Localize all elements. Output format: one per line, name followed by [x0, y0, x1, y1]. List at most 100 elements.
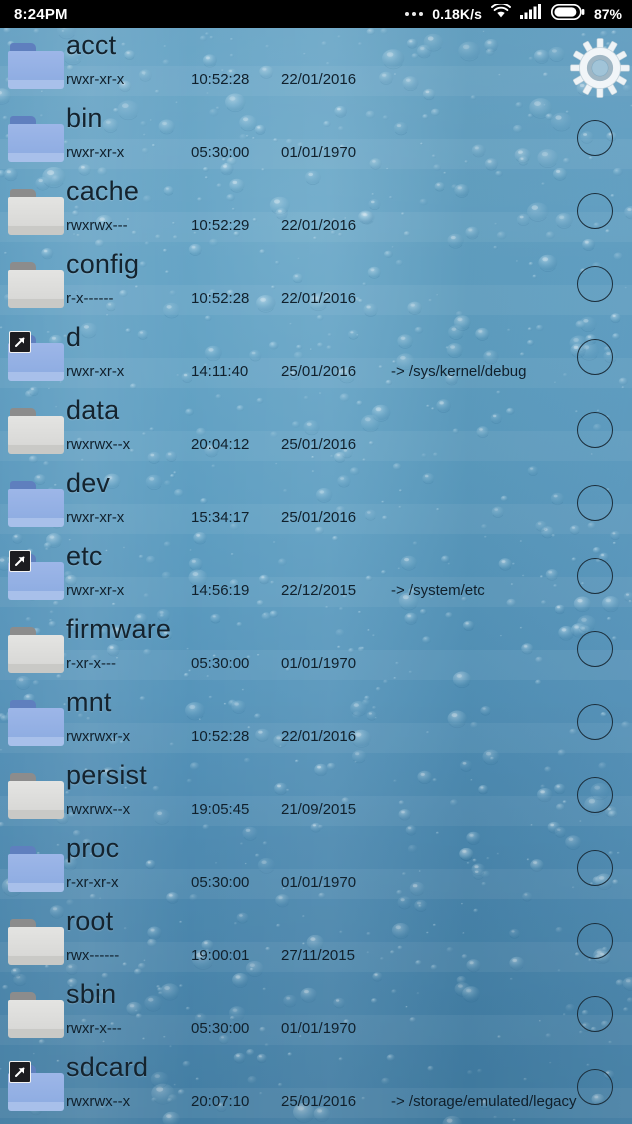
row-select-circle[interactable]	[572, 772, 618, 818]
file-row[interactable]: proc r-xr-xr-x 05:30:00 01/01/1970	[0, 831, 632, 904]
circle-outline-icon[interactable]	[577, 704, 613, 740]
row-select-circle[interactable]	[572, 188, 618, 234]
file-row[interactable]: d rwxr-xr-x 14:11:40 25/01/2016 -> /sys/kern…	[0, 320, 632, 393]
row-select-circle[interactable]	[572, 991, 618, 1037]
row-select-circle[interactable]	[572, 1064, 618, 1110]
file-meta-row: rwxr-x--- 05:30:00 01/01/1970	[66, 1020, 626, 1044]
folder-grey-icon[interactable]	[8, 621, 64, 675]
folder-glyph	[8, 481, 64, 527]
circle-outline-icon[interactable]	[577, 266, 613, 302]
circle-outline-icon[interactable]	[577, 120, 613, 156]
file-permissions-label: rwxrwx---	[66, 217, 128, 234]
row-select-circle[interactable]	[572, 845, 618, 891]
circle-outline-icon[interactable]	[577, 558, 613, 594]
file-row[interactable]: sdcard rwxrwx--x 20:07:10 25/01/2016 -> /sto…	[0, 1050, 632, 1119]
file-name-label: dev	[66, 468, 111, 498]
folder-blue-icon[interactable]	[8, 37, 64, 91]
battery-icon	[550, 3, 585, 25]
folder-blue-icon[interactable]	[8, 840, 64, 894]
file-name-label: etc	[66, 541, 103, 571]
row-select-circle[interactable]	[572, 334, 618, 380]
file-link-target-label: -> /system/etc	[391, 582, 485, 599]
circle-outline-icon[interactable]	[577, 339, 613, 375]
file-row[interactable]: etc rwxr-xr-x 14:56:19 22/12/2015 -> /system…	[0, 539, 632, 612]
file-meta-row: rwxr-xr-x 14:56:19 22/12/2015 -> /system/et…	[66, 582, 626, 606]
file-date-label: 22/12/2015	[281, 582, 357, 599]
folder-symlink-icon[interactable]	[8, 1059, 64, 1113]
file-time-label: 20:07:10	[191, 1093, 250, 1110]
row-select-circle[interactable]	[572, 115, 618, 161]
circle-outline-icon[interactable]	[577, 850, 613, 886]
row-select-circle[interactable]	[572, 699, 618, 745]
circle-outline-icon[interactable]	[577, 1069, 613, 1105]
folder-symlink-icon[interactable]	[8, 329, 64, 383]
row-select-circle[interactable]	[572, 480, 618, 526]
row-select-circle[interactable]	[572, 261, 618, 307]
file-date-label: 27/11/2015	[281, 947, 355, 964]
file-meta-row: r-x------ 10:52:28 22/01/2016	[66, 290, 626, 314]
file-row[interactable]: cache rwxrwx--- 10:52:29 22/01/2016	[0, 174, 632, 247]
file-row[interactable]: firmware r-xr-x--- 05:30:00 01/01/1970	[0, 612, 632, 685]
file-meta-row: rwxr-xr-x 14:11:40 25/01/2016 -> /sys/kerne…	[66, 363, 626, 387]
file-time-label: 05:30:00	[191, 144, 250, 161]
file-row[interactable]: bin rwxr-xr-x 05:30:00 01/01/1970	[0, 101, 632, 174]
symlink-arrow-icon	[9, 331, 31, 353]
folder-grey-icon[interactable]	[8, 913, 64, 967]
circle-outline-icon[interactable]	[577, 996, 613, 1032]
file-row[interactable]: mnt rwxrwxr-x 10:52:28 22/01/2016	[0, 685, 632, 758]
file-row[interactable]: config r-x------ 10:52:28 22/01/2016	[0, 247, 632, 320]
file-row[interactable]: root rwx------ 19:00:01 27/11/2015	[0, 904, 632, 977]
status-bar-indicators: 0.18K/s 87%	[405, 2, 622, 25]
file-meta-row: rwxrwxr-x 10:52:28 22/01/2016	[66, 728, 626, 752]
file-name-label: persist	[66, 760, 147, 790]
file-permissions-label: r-xr-xr-x	[66, 874, 119, 891]
folder-grey-icon[interactable]	[8, 183, 64, 237]
file-meta-row: rwxr-xr-x 15:34:17 25/01/2016	[66, 509, 626, 533]
file-name-label: sdcard	[66, 1052, 149, 1082]
circle-outline-icon[interactable]	[577, 631, 613, 667]
file-row[interactable]: data rwxrwx--x 20:04:12 25/01/2016	[0, 393, 632, 466]
circle-outline-icon[interactable]	[577, 777, 613, 813]
file-permissions-label: rwxrwx--x	[66, 436, 131, 453]
circle-outline-icon[interactable]	[577, 923, 613, 959]
file-row[interactable]: sbin rwxr-x--- 05:30:00 01/01/1970	[0, 977, 632, 1050]
overflow-dots-icon	[405, 12, 424, 16]
folder-blue-icon[interactable]	[8, 694, 64, 748]
file-time-label: 10:52:28	[191, 728, 250, 745]
folder-blue-icon[interactable]	[8, 110, 64, 164]
row-select-circle[interactable]	[572, 918, 618, 964]
file-permissions-label: r-x------	[66, 290, 114, 307]
row-select-circle[interactable]	[572, 553, 618, 599]
folder-grey-icon[interactable]	[8, 256, 64, 310]
file-list[interactable]: acct rwxr-xr-x 10:52:28 22/01/2016 bin rwxr-x…	[0, 28, 632, 1124]
file-row[interactable]: dev rwxr-xr-x 15:34:17 25/01/2016	[0, 466, 632, 539]
gear-icon[interactable]	[570, 38, 630, 103]
file-permissions-label: r-xr-x---	[66, 655, 116, 672]
folder-grey-icon[interactable]	[8, 402, 64, 456]
file-meta-row: rwxr-xr-x 10:52:28 22/01/2016	[66, 71, 626, 95]
file-row[interactable]: persist rwxrwx--x 19:05:45 21/09/2015	[0, 758, 632, 831]
file-row[interactable]: acct rwxr-xr-x 10:52:28 22/01/2016	[0, 28, 632, 101]
settings-gear-button[interactable]	[570, 38, 630, 98]
folder-glyph	[8, 189, 64, 235]
row-select-circle[interactable]	[572, 407, 618, 453]
folder-blue-icon[interactable]	[8, 475, 64, 529]
file-name-label: sbin	[66, 979, 117, 1009]
folder-grey-icon[interactable]	[8, 986, 64, 1040]
folder-glyph	[8, 700, 64, 746]
file-time-label: 10:52:28	[191, 71, 250, 88]
file-meta-row: r-xr-xr-x 05:30:00 01/01/1970	[66, 874, 626, 898]
folder-glyph	[8, 43, 64, 89]
folder-symlink-icon[interactable]	[8, 548, 64, 602]
file-permissions-label: rwxr-xr-x	[66, 582, 125, 599]
symlink-arrow-icon	[9, 550, 31, 572]
folder-grey-icon[interactable]	[8, 767, 64, 821]
file-permissions-label: rwxrwx--x	[66, 801, 131, 818]
file-name-label: acct	[66, 30, 117, 60]
file-name-label: mnt	[66, 687, 112, 717]
circle-outline-icon[interactable]	[577, 485, 613, 521]
circle-outline-icon[interactable]	[577, 412, 613, 448]
file-name-label: cache	[66, 176, 140, 206]
circle-outline-icon[interactable]	[577, 193, 613, 229]
row-select-circle[interactable]	[572, 626, 618, 672]
